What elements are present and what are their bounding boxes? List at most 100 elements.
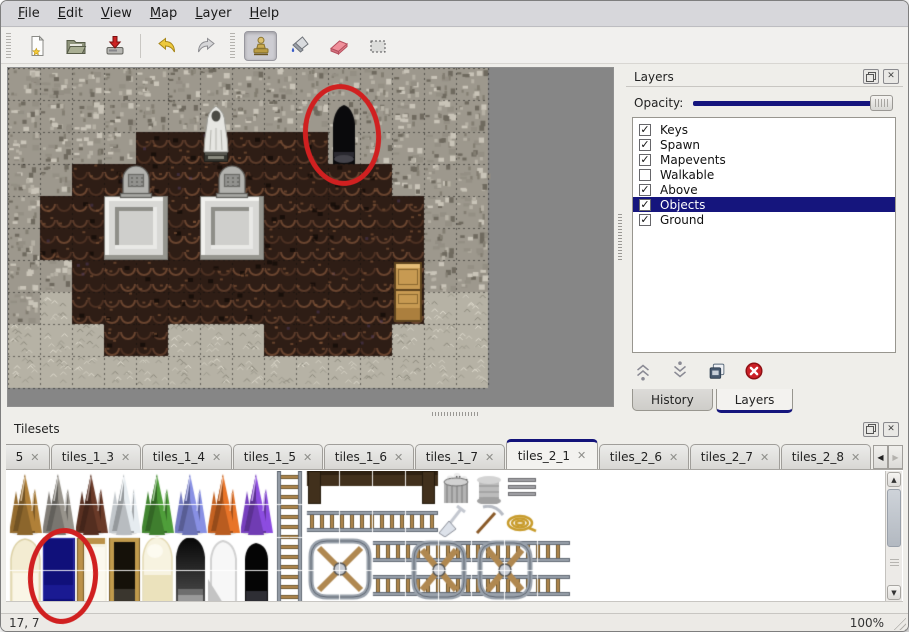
layer-actions xyxy=(630,358,767,384)
redo-button[interactable] xyxy=(189,31,222,61)
tab-label: tiles_1_7 xyxy=(426,450,478,464)
close-panel-icon: ✕ xyxy=(887,72,895,81)
opacity-slider-handle[interactable] xyxy=(870,95,893,111)
tileset-tab-tiles_1_3[interactable]: tiles_1_3 ✕ xyxy=(51,444,141,469)
tileset-content: ▲ ▼ xyxy=(6,469,903,602)
toolbar-grip[interactable] xyxy=(6,33,11,59)
stamp-tool-button[interactable] xyxy=(244,31,277,61)
tileset-tab-5[interactable]: 5✕ xyxy=(6,444,50,469)
tab-close-icon[interactable]: ✕ xyxy=(851,451,860,464)
delete-layer-button[interactable] xyxy=(741,358,767,384)
eraser-icon xyxy=(327,34,351,58)
layer-list: ✓ Keys✓Spawn✓MapeventsWalkable✓Above✓Obje… xyxy=(632,117,896,353)
move-layer-up-icon xyxy=(632,360,654,382)
open-folder-button[interactable] xyxy=(59,31,92,61)
tileset-scrollbar[interactable]: ▲ ▼ xyxy=(885,471,902,601)
checkbox-checked[interactable]: ✓ xyxy=(639,139,651,151)
splitter-grip xyxy=(618,214,622,260)
tab-close-icon[interactable]: ✕ xyxy=(760,451,769,464)
menu-item-file[interactable]: File xyxy=(9,3,49,24)
layer-row-walkable[interactable]: Walkable xyxy=(633,167,895,182)
scroll-up-button[interactable]: ▲ xyxy=(887,472,901,487)
float-panel-button[interactable] xyxy=(863,69,879,84)
horizontal-splitter[interactable] xyxy=(1,409,908,418)
tab-label: tiles_2_1 xyxy=(518,449,570,463)
tab-history[interactable]: History xyxy=(632,389,713,411)
checkbox-checked[interactable]: ✓ xyxy=(639,184,651,196)
move-layer-up-button[interactable] xyxy=(630,358,656,384)
duplicate-layer-button[interactable] xyxy=(704,358,730,384)
toolbar-grip-2[interactable] xyxy=(230,33,235,59)
tileset-tab-tiles_2_1[interactable]: tiles_2_1 ✕ xyxy=(506,439,598,469)
tab-label: tiles_1_5 xyxy=(244,450,296,464)
menu-item-view[interactable]: View xyxy=(92,3,141,24)
tab-close-icon[interactable]: ✕ xyxy=(30,451,39,464)
tab-label: tiles_2_8 xyxy=(792,450,844,464)
vertical-splitter[interactable] xyxy=(615,67,625,407)
tab-close-icon[interactable]: ✕ xyxy=(121,451,130,464)
tileset-tab-tiles_2_6[interactable]: tiles_2_6✕ xyxy=(599,444,689,469)
menu-item-layer[interactable]: Layer xyxy=(186,3,240,24)
tileset-tab-tiles_1_4[interactable]: tiles_1_4 ✕ xyxy=(142,444,232,469)
tab-label: tiles_1_4 xyxy=(153,450,205,464)
checkbox-checked[interactable]: ✓ xyxy=(639,154,651,166)
scroll-tabs-left-button[interactable]: ◀ xyxy=(873,445,888,469)
scrollbar-thumb[interactable] xyxy=(887,489,901,547)
open-folder-icon xyxy=(64,34,88,58)
map-canvas[interactable] xyxy=(8,68,613,406)
toolbar-group-1 xyxy=(17,31,134,61)
new-file-button[interactable] xyxy=(20,31,53,61)
opacity-slider-track[interactable] xyxy=(693,101,889,106)
layer-row-above[interactable]: ✓Above xyxy=(633,182,895,197)
tab-close-icon[interactable]: ✕ xyxy=(485,451,494,464)
tab-close-icon[interactable]: ✕ xyxy=(303,451,312,464)
eraser-button[interactable] xyxy=(322,31,355,61)
tileset-tab-tiles_1_5[interactable]: tiles_1_5 ✕ xyxy=(233,444,323,469)
layer-row-mapevents[interactable]: ✓Mapevents xyxy=(633,152,895,167)
float-panel-icon xyxy=(866,72,876,82)
layer-label: Walkable xyxy=(660,168,714,182)
tileset-tab-tiles_1_7[interactable]: tiles_1_7 ✕ xyxy=(415,444,505,469)
tilesets-panel-title: Tilesets xyxy=(6,422,863,436)
menu-item-help[interactable]: Help xyxy=(241,3,289,24)
scroll-down-button[interactable]: ▼ xyxy=(887,585,901,600)
undo-icon xyxy=(155,34,179,58)
layer-row-objects[interactable]: ✓Objects xyxy=(633,197,895,212)
toolbar-separator xyxy=(140,34,141,58)
tab-close-icon[interactable]: ✕ xyxy=(577,449,586,462)
toolbar-group-3 xyxy=(241,31,397,61)
checkbox-unchecked[interactable] xyxy=(639,169,651,181)
menu-item-map[interactable]: Map xyxy=(141,3,186,24)
rect-select-button[interactable] xyxy=(361,31,394,61)
checkbox-checked[interactable]: ✓ xyxy=(639,199,651,211)
close-panel-button[interactable]: ✕ xyxy=(883,69,899,84)
tileset-tab-tiles_1_6[interactable]: tiles_1_6✕ xyxy=(324,444,414,469)
undo-button[interactable] xyxy=(150,31,183,61)
tab-label: tiles_1_3 xyxy=(62,450,114,464)
tab-scroll-buttons: ◀ ▶ xyxy=(873,445,903,469)
opacity-slider[interactable] xyxy=(693,95,893,111)
fill-bucket-button[interactable] xyxy=(283,31,316,61)
tileset-tab-tiles_2_8[interactable]: tiles_2_8 ✕ xyxy=(781,444,871,469)
scroll-tabs-right-button[interactable]: ▶ xyxy=(888,445,903,469)
tileset-tab-tiles_2_7[interactable]: tiles_2_7✕ xyxy=(690,444,780,469)
tab-close-icon[interactable]: ✕ xyxy=(394,451,403,464)
tab-close-icon[interactable]: ✕ xyxy=(212,451,221,464)
menu-item-edit[interactable]: Edit xyxy=(49,3,92,24)
checkbox-checked[interactable]: ✓ xyxy=(639,214,651,226)
splitter-grip xyxy=(432,412,478,416)
float-panel-button[interactable] xyxy=(863,422,879,437)
layer-row-ground[interactable]: ✓Ground xyxy=(633,212,895,227)
tab-label: 5 xyxy=(16,450,24,464)
close-panel-button[interactable]: ✕ xyxy=(883,422,899,437)
tab-close-icon[interactable]: ✕ xyxy=(669,451,678,464)
move-layer-down-icon xyxy=(669,360,691,382)
layer-row-spawn[interactable]: ✓Spawn xyxy=(633,137,895,152)
tileset-canvas[interactable] xyxy=(9,471,881,601)
save-button[interactable] xyxy=(98,31,131,61)
move-layer-down-button[interactable] xyxy=(667,358,693,384)
layer-row-keys[interactable]: ✓ Keys xyxy=(633,122,895,137)
layer-label: Keys xyxy=(660,123,688,137)
cursor-tile-coordinates: 17, 7 xyxy=(1,616,850,630)
checkbox-checked[interactable]: ✓ xyxy=(639,124,651,136)
